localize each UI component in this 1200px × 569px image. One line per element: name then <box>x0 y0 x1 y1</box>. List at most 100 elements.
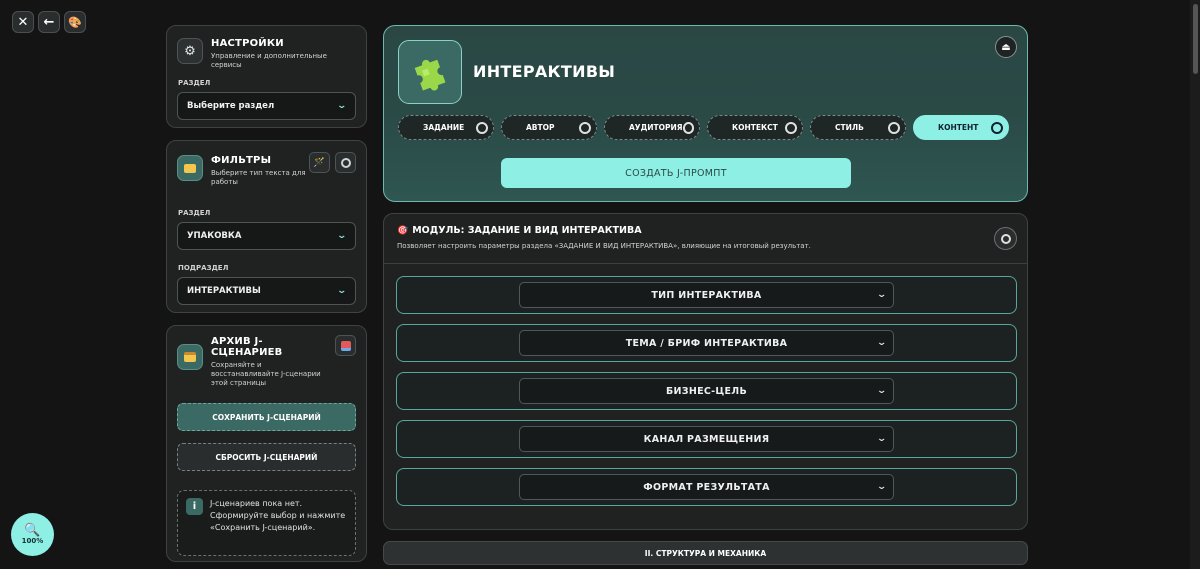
step-pill-label: СТИЛЬ <box>835 123 864 132</box>
module-row-select[interactable]: ТЕМА / БРИФ ИНТЕРАКТИВА ⌄ <box>519 330 894 356</box>
filters-card: ФИЛЬТРЫ Выберите тип текста для работы 🪄… <box>166 140 367 313</box>
archive-actions <box>335 335 356 356</box>
filters-section-value: УПАКОВКА <box>187 231 242 241</box>
wand-icon: 🪄 <box>313 157 326 168</box>
module-row: БИЗНЕС-ЦЕЛЬ ⌄ <box>396 372 1017 410</box>
ring-icon <box>476 121 488 134</box>
chevron-down-icon: ⌄ <box>336 286 348 296</box>
settings-subtitle: Управление и дополнительные сервисы <box>211 52 327 69</box>
inbox-icon <box>340 340 351 351</box>
ring-icon <box>340 157 351 168</box>
filters-toggle-button[interactable] <box>335 152 356 173</box>
module-subtitle: Позволяет настроить параметры раздела «З… <box>397 242 811 250</box>
settings-title: НАСТРОЙКИ <box>211 38 284 49</box>
filters-actions: 🪄 <box>309 152 356 173</box>
step-pill-label: АВТОР <box>526 123 555 132</box>
module-toggle-button[interactable] <box>994 227 1017 250</box>
settings-section-value: Выберите раздел <box>187 101 275 111</box>
chevron-down-icon: ⌄ <box>876 434 888 444</box>
module-row: ФОРМАТ РЕЗУЛЬТАТА ⌄ <box>396 468 1017 506</box>
close-button[interactable]: ✕ <box>12 11 34 33</box>
chevron-down-icon: ⌄ <box>876 290 888 300</box>
filters-subsection-value: ИНТЕРАКТИВЫ <box>187 286 261 296</box>
step-pill[interactable]: КОНТЕНТ <box>913 115 1009 140</box>
archive-subtitle: Сохраняйте и восстанавливайте J-сценарии… <box>211 361 321 387</box>
module-header: 🎯 МОДУЛЬ: ЗАДАНИЕ И ВИД ИНТЕРАКТИВА Позв… <box>384 214 1027 264</box>
module-panel: 🎯 МОДУЛЬ: ЗАДАНИЕ И ВИД ИНТЕРАКТИВА Позв… <box>383 213 1028 530</box>
step-pill-label: ЗАДАНИЕ <box>423 123 465 132</box>
filters-title: ФИЛЬТРЫ <box>211 155 272 166</box>
chevron-down-icon: ⌄ <box>876 338 888 348</box>
step-pills: ЗАДАНИЕ АВТОР АУДИТОРИЯ КОНТЕКСТ СТИЛЬ КОНТЕН… <box>398 115 1009 140</box>
magnifier-icon: 🔍 <box>24 523 41 538</box>
app-root: ✕ ← 🎨 ⚙ НАСТРОЙКИ Управление и дополните… <box>0 0 1200 569</box>
module-row-select[interactable]: ТИП ИНТЕРАКТИВА ⌄ <box>519 282 894 308</box>
filters-subsection-select[interactable]: ИНТЕРАКТИВЫ ⌄ <box>177 277 356 305</box>
step-pill[interactable]: ЗАДАНИЕ <box>398 115 494 140</box>
module-row-label: ФОРМАТ РЕЗУЛЬТАТА <box>643 481 770 493</box>
filters-tool-button[interactable]: 🪄 <box>309 152 330 173</box>
step-pill-label: КОНТЕКСТ <box>732 123 778 132</box>
settings-card: ⚙ НАСТРОЙКИ Управление и дополнительные … <box>166 25 367 128</box>
module-row: ТИП ИНТЕРАКТИВА ⌄ <box>396 276 1017 314</box>
hero-title: ИНТЕРАКТИВЫ <box>473 62 616 81</box>
collapse-button[interactable]: ⏏ <box>995 36 1017 58</box>
step-pill[interactable]: СТИЛЬ <box>810 115 906 140</box>
step-pill-label: КОНТЕНТ <box>938 123 979 132</box>
module-row: ТЕМА / БРИФ ИНТЕРАКТИВА ⌄ <box>396 324 1017 362</box>
chevron-down-icon: ⌄ <box>876 386 888 396</box>
palette-icon: 🎨 <box>68 15 82 29</box>
module-row: КАНАЛ РАЗМЕЩЕНИЯ ⌄ <box>396 420 1017 458</box>
ring-icon <box>579 121 591 134</box>
step-pill[interactable]: АВТОР <box>501 115 597 140</box>
ring-icon <box>1000 233 1011 244</box>
target-icon: 🎯 <box>397 225 409 236</box>
archive-empty-text: J-сценариев пока нет. Сформируйте выбор … <box>210 499 346 532</box>
archive-inbox-button[interactable] <box>335 335 356 356</box>
archive-card: АРХИВ J-СЦЕНАРИЕВ Сохраняйте и восстанав… <box>166 325 367 562</box>
chevron-down-icon: ⌄ <box>336 231 348 241</box>
filters-subsection-label: ПОДРАЗДЕЛ <box>178 264 229 272</box>
step-pill-label: АУДИТОРИЯ <box>629 123 683 132</box>
top-toolbar: ✕ ← 🎨 <box>12 11 86 33</box>
info-icon: i <box>186 498 203 515</box>
settings-section-label: РАЗДЕЛ <box>178 79 211 87</box>
close-icon: ✕ <box>17 14 29 30</box>
module-row-select[interactable]: КАНАЛ РАЗМЕЩЕНИЯ ⌄ <box>519 426 894 452</box>
back-button[interactable]: ← <box>38 11 60 33</box>
puzzle-icon <box>398 40 462 104</box>
module-row-select[interactable]: БИЗНЕС-ЦЕЛЬ ⌄ <box>519 378 894 404</box>
chevron-down-icon: ⌄ <box>336 101 348 111</box>
zoom-badge[interactable]: 🔍 100% <box>11 513 54 556</box>
hero-panel: ИНТЕРАКТИВЫ ⏏ ЗАДАНИЕ АВТОР АУДИТОРИЯ КОНТЕ… <box>383 25 1028 202</box>
ring-icon <box>991 121 1003 134</box>
module-row-select[interactable]: ФОРМАТ РЕЗУЛЬТАТА ⌄ <box>519 474 894 500</box>
filters-header: ФИЛЬТРЫ Выберите тип текста для работы 🪄 <box>167 141 366 187</box>
ring-icon <box>888 121 900 134</box>
zoom-label: 100% <box>21 537 44 545</box>
scrollbar[interactable] <box>1190 0 1200 569</box>
module-title-wrap: 🎯 МОДУЛЬ: ЗАДАНИЕ И ВИД ИНТЕРАКТИВА <box>397 225 642 236</box>
settings-header: ⚙ НАСТРОЙКИ Управление и дополнительные … <box>167 26 366 70</box>
theme-button[interactable]: 🎨 <box>64 11 86 33</box>
step-pill[interactable]: АУДИТОРИЯ <box>604 115 700 140</box>
puzzle-svg <box>414 59 446 91</box>
create-prompt-button[interactable]: СОЗДАТЬ J-ПРОМПТ <box>501 158 851 188</box>
save-scenario-button[interactable]: СОХРАНИТЬ J-СЦЕНАРИЙ <box>177 403 356 431</box>
section-structure-mechanics[interactable]: II. СТРУКТУРА И МЕХАНИКА <box>383 541 1028 565</box>
ring-icon <box>785 121 797 134</box>
module-row-label: ТИП ИНТЕРАКТИВА <box>651 289 762 301</box>
gear-icon: ⚙ <box>177 38 203 64</box>
module-row-label: ТЕМА / БРИФ ИНТЕРАКТИВА <box>625 337 788 349</box>
box-icon <box>177 344 203 370</box>
step-pill[interactable]: КОНТЕКСТ <box>707 115 803 140</box>
chevron-down-icon: ⌄ <box>876 482 888 492</box>
filters-section-select[interactable]: УПАКОВКА ⌄ <box>177 222 356 250</box>
scrollbar-thumb[interactable] <box>1193 4 1198 74</box>
ring-icon <box>682 121 694 134</box>
back-arrow-icon: ← <box>43 14 55 30</box>
folder-icon <box>177 155 203 181</box>
settings-section-select[interactable]: Выберите раздел ⌄ <box>177 92 356 120</box>
archive-header: АРХИВ J-СЦЕНАРИЕВ Сохраняйте и восстанав… <box>167 326 366 388</box>
reset-scenario-button[interactable]: СБРОСИТЬ J-СЦЕНАРИЙ <box>177 443 356 471</box>
